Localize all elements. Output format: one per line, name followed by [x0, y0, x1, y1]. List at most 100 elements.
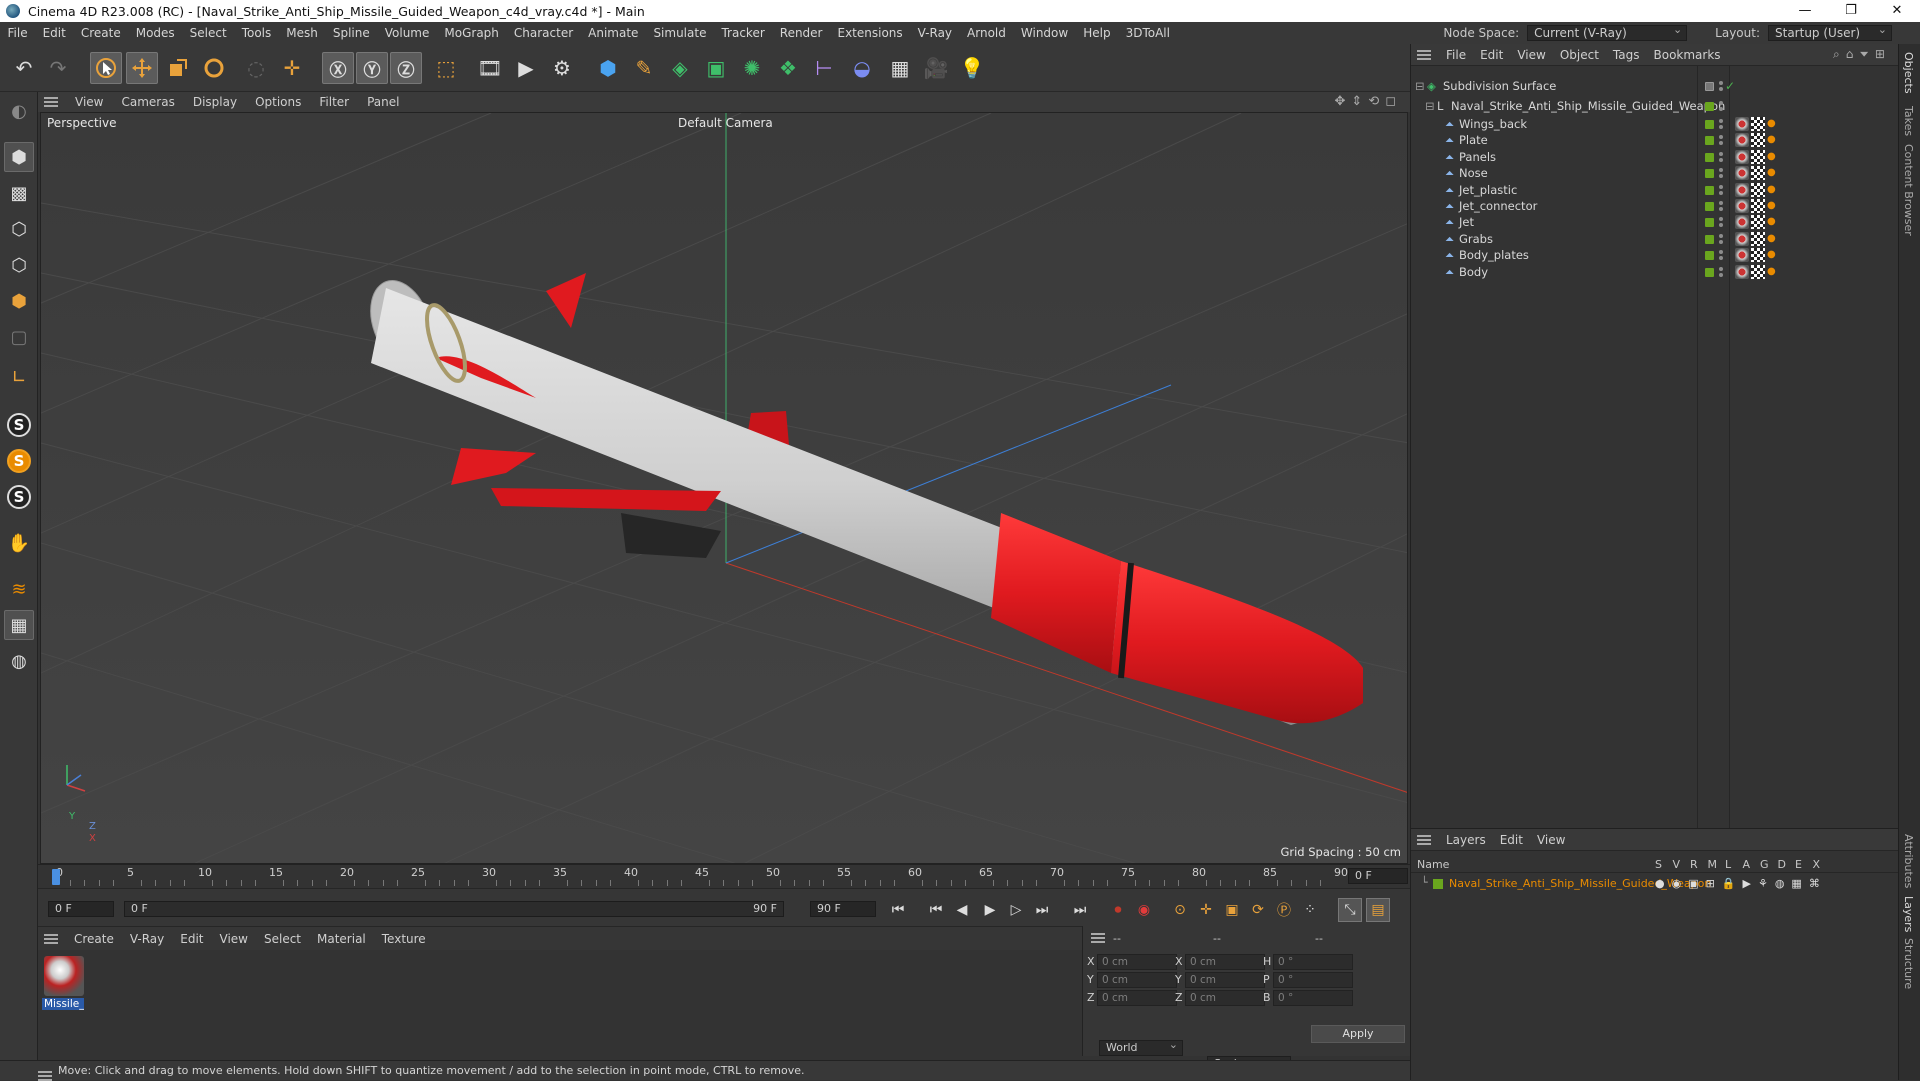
timeline-window-icon[interactable]: ⤡ [1338, 898, 1362, 922]
edges-mode-icon[interactable]: ⬡ [4, 250, 34, 280]
phong-tag-icon[interactable]: ● [1767, 214, 1776, 230]
points-mode-icon[interactable]: ⬡ [4, 214, 34, 244]
editor-visibility-dot[interactable] [1719, 81, 1723, 85]
render-visibility-dot[interactable] [1719, 107, 1723, 111]
go-to-end-icon[interactable]: ⏭ [1068, 898, 1092, 922]
layer-flag-icons[interactable]: ●◉▣⊞🔒▶⚘◍▦⌘ [1655, 877, 1827, 890]
coord-value-field[interactable]: 0 cm [1185, 972, 1265, 988]
layer-column-header[interactable]: L [1725, 858, 1731, 871]
enabled-check-icon[interactable]: ✓ [1725, 76, 1735, 96]
layer-color-swatch[interactable] [1705, 234, 1714, 244]
texture-tag-icon[interactable] [1751, 149, 1765, 164]
end-frame-field[interactable]: 90 F [810, 901, 876, 917]
texture-tag-icon[interactable] [1751, 182, 1765, 197]
object-row-child[interactable]: ⏶ Plate ● [1411, 132, 1899, 148]
texture-mode-icon[interactable]: ▩ [4, 178, 34, 208]
layer-menu-view[interactable]: View [1530, 833, 1572, 847]
menu-select[interactable]: Select [182, 26, 234, 40]
editor-visibility-dot[interactable] [1719, 151, 1723, 156]
menu-modes[interactable]: Modes [128, 26, 182, 40]
extrude-generator-icon[interactable]: ▣ [700, 52, 732, 84]
vray-material-tag-icon[interactable] [1735, 166, 1749, 181]
parameter-key-icon[interactable]: Ⓟ [1272, 898, 1296, 922]
material-menu-material[interactable]: Material [309, 932, 374, 946]
object-row-child[interactable]: ⏶ Jet_connector ● [1411, 198, 1899, 214]
layer-color-swatch[interactable] [1705, 120, 1714, 129]
object-menu-bookmarks[interactable]: Bookmarks [1647, 48, 1728, 62]
vray-material-tag-icon[interactable] [1735, 264, 1749, 279]
rotation-key-icon[interactable]: ⟳ [1246, 898, 1270, 922]
render-visibility-dot[interactable] [1719, 272, 1723, 277]
layer-color-swatch[interactable] [1705, 185, 1714, 195]
material-name[interactable]: Missile_N [42, 998, 84, 1010]
viewport-menu-view[interactable]: View [66, 95, 112, 109]
layer-column-header[interactable]: V [1673, 858, 1681, 871]
object-row-child[interactable]: ⏶ Jet ● [1411, 214, 1899, 230]
start-frame-field[interactable]: 0 F [48, 901, 114, 917]
menu-help[interactable]: Help [1076, 26, 1118, 40]
object-search-icons[interactable]: ⌕⌂⏷⊞ [1833, 47, 1891, 62]
light-object-icon[interactable]: 💡 [956, 52, 988, 84]
render-visibility-dot[interactable] [1719, 256, 1723, 261]
vray-material-tag-icon[interactable] [1735, 133, 1749, 148]
tweak-mode-icon[interactable]: ✋ [4, 528, 34, 558]
pen-spline-icon[interactable]: ✎ [628, 52, 660, 84]
next-frame-icon[interactable]: ▷ [1004, 898, 1028, 922]
layer-column-header[interactable]: R [1690, 858, 1698, 871]
texture-tag-icon[interactable] [1751, 166, 1765, 181]
editor-visibility-dot[interactable] [1719, 101, 1723, 105]
layer-menu-edit[interactable]: Edit [1493, 833, 1530, 847]
field-icon[interactable]: ◒ [846, 52, 878, 84]
editor-visibility-dot[interactable] [1719, 119, 1723, 123]
coord-value-field[interactable]: 0 ° [1273, 990, 1353, 1006]
material-menu-vray[interactable]: V-Ray [122, 932, 172, 946]
undo-icon[interactable]: ↶ [8, 52, 40, 84]
menu-3dtoall[interactable]: 3DToAll [1118, 26, 1177, 40]
solo-selected-icon[interactable]: ◍ [4, 646, 34, 676]
phong-tag-icon[interactable]: ● [1767, 231, 1776, 247]
texture-tag-icon[interactable] [1751, 248, 1765, 263]
render-visibility-dot[interactable] [1719, 87, 1723, 91]
current-frame-field[interactable]: 0 F [1348, 868, 1408, 884]
axis-mode-icon[interactable]: ≋ [4, 574, 34, 604]
object-row-child[interactable]: ⏶ Panels ● [1411, 149, 1899, 165]
menu-vray[interactable]: V-Ray [910, 26, 959, 40]
coord-value-field[interactable]: 0 ° [1273, 954, 1353, 970]
menu-extensions[interactable]: Extensions [830, 26, 910, 40]
coord-mode-dropdown[interactable]: World [1099, 1038, 1183, 1056]
menu-spline[interactable]: Spline [325, 26, 377, 40]
position-key-icon[interactable]: ✛ [1194, 898, 1218, 922]
tab-attributes[interactable]: Attributes [1902, 834, 1915, 888]
material-menu-create[interactable]: Create [66, 932, 122, 946]
workplane-icon[interactable]: ∟ [4, 362, 34, 392]
layout-dropdown[interactable]: Startup (User) [1768, 23, 1892, 41]
object-menu-view[interactable]: View [1510, 48, 1552, 62]
transform-tool-icon[interactable]: ✛ [276, 52, 308, 84]
editor-visibility-dot[interactable] [1719, 250, 1723, 255]
editor-visibility-dot[interactable] [1719, 233, 1723, 238]
material-menu-select[interactable]: Select [256, 932, 309, 946]
editor-visibility-dot[interactable] [1719, 201, 1723, 205]
collapse-toggle-icon[interactable]: ⊟ [1425, 96, 1435, 116]
tab-content-browser[interactable]: Content Browser [1902, 144, 1915, 236]
z-axis-lock-icon[interactable]: Ⓩ [390, 52, 422, 84]
layer-color-swatch[interactable] [1705, 136, 1714, 146]
material-menu-edit[interactable]: Edit [172, 932, 211, 946]
camera-label[interactable]: Default Camera [678, 116, 773, 130]
scale-key-icon[interactable]: ▣ [1220, 898, 1244, 922]
viewport-menu-display[interactable]: Display [184, 95, 246, 109]
rotate-tool-icon[interactable] [198, 52, 230, 84]
material-menu-view[interactable]: View [212, 932, 256, 946]
previous-frame-icon[interactable]: ◀ [950, 898, 974, 922]
layer-color-swatch[interactable] [1705, 152, 1714, 162]
texture-tag-icon[interactable] [1751, 215, 1765, 230]
phong-tag-icon[interactable]: ● [1767, 116, 1776, 132]
render-visibility-dot[interactable] [1719, 125, 1723, 129]
coordinate-system-icon[interactable]: ⬚ [430, 52, 462, 84]
object-row-child[interactable]: ⏶ Nose ● [1411, 165, 1899, 181]
menu-arnold[interactable]: Arnold [960, 26, 1014, 40]
layer-column-header[interactable]: G [1760, 858, 1769, 871]
viewport-nav-icons[interactable]: ✥⇕⟲◻ [1335, 94, 1402, 109]
render-visibility-dot[interactable] [1719, 223, 1723, 228]
quantize-icon[interactable]: S [4, 482, 34, 512]
